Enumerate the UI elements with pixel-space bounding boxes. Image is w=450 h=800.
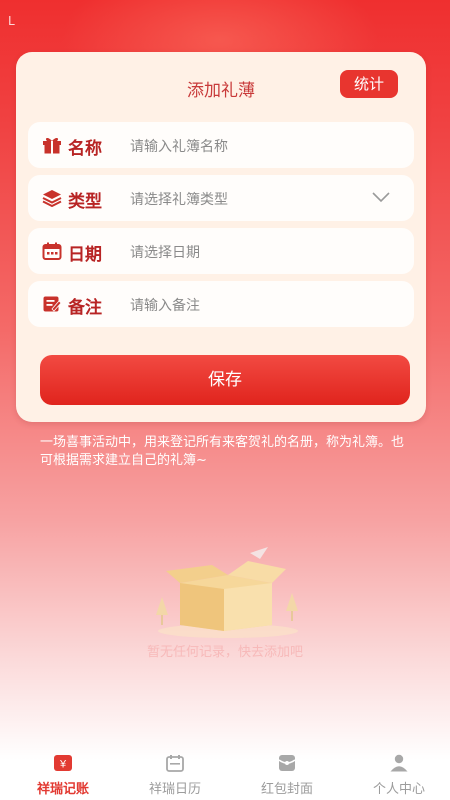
chevron-down-icon [372,192,390,203]
tab-calendar-label: 祥瑞日历 [148,782,201,797]
type-select[interactable]: 类型 请选择礼簿类型 [28,175,414,221]
tab-ledger[interactable]: ¥ 祥瑞记账 [8,746,118,800]
note-icon [43,296,62,312]
name-input[interactable]: 请输入礼簿名称 [130,136,228,156]
date-label: 日期 [68,245,102,265]
empty-state-text: 暂无任何记录，快去添加吧 [146,645,303,660]
statistics-button[interactable]: 统计 [340,70,398,98]
note-input[interactable]: 请输入备注 [130,295,200,315]
calendar-icon [42,242,62,260]
tab-envelope[interactable]: 红包封面 [232,746,342,800]
tab-envelope-label: 红包封面 [260,782,313,797]
ledger-icon: ¥ [54,755,72,771]
save-button[interactable]: 保存 [40,355,410,405]
empty-box-illustration [156,547,298,638]
calendar-icon [166,755,184,772]
corner-mark: L [8,14,15,28]
note-field[interactable]: 备注 请输入备注 [28,281,414,327]
layers-icon [42,190,62,207]
svg-text:¥: ¥ [59,759,67,771]
gift-icon [43,137,61,154]
tab-profile-label: 个人中心 [372,782,425,797]
name-field[interactable]: 名称 请输入礼簿名称 [28,122,414,168]
date-value: 请选择日期 [130,245,200,261]
type-label: 类型 [68,192,102,212]
tab-profile[interactable]: 个人中心 [344,746,450,800]
envelope-icon [278,755,296,771]
person-icon [390,754,408,772]
bottom-tab-bar: ¥ 祥瑞记账 祥瑞日历 红包封面 个人中心 [0,746,450,800]
note-label: 备注 [68,298,102,318]
add-ledger-card: 添加礼薄 统计 名称 请输入礼簿名称 类型 请选择礼簿类型 日期 请选择日期 备… [16,52,426,422]
tab-ledger-label: 祥瑞记账 [36,782,89,797]
ledger-description: 一场喜事活动中，用来登记所有来客贺礼的名册，称为礼簿。也可根据需求建立自己的礼簿… [40,435,405,468]
name-label: 名称 [68,139,102,159]
type-value: 请选择礼簿类型 [130,192,228,208]
date-field[interactable]: 日期 请选择日期 [28,228,414,274]
tab-calendar[interactable]: 祥瑞日历 [120,746,230,800]
